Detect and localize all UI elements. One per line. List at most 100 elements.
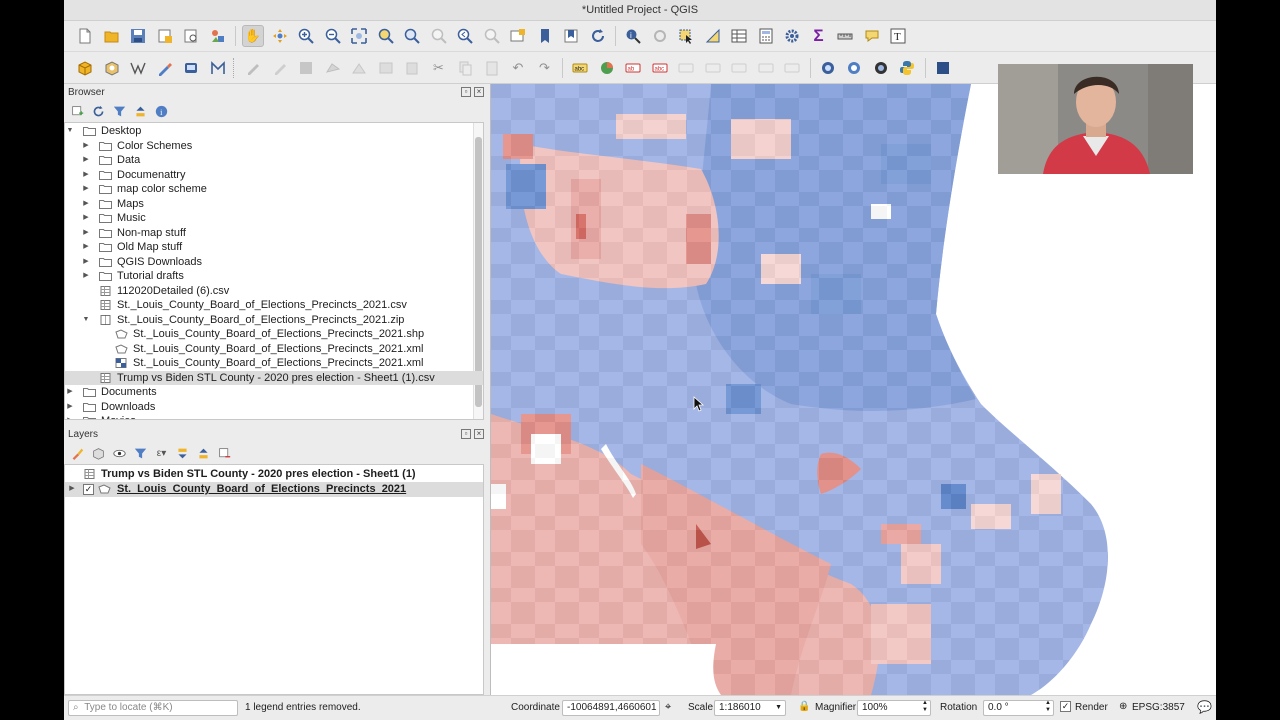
toggle-editing-icon[interactable] — [242, 57, 264, 79]
crs-label[interactable]: EPSG:3857 — [1132, 700, 1185, 716]
float-panel-icon[interactable]: ▫ — [461, 87, 471, 97]
browser-tree[interactable]: ▼ Desktop ▶ Color Schemes ▶ Data ▶ Documenattry… — [64, 122, 484, 420]
open-attribute-table-icon[interactable] — [728, 25, 750, 47]
chevron-down-icon[interactable]: ▼ — [81, 313, 91, 328]
data-source-manager-icon[interactable] — [74, 57, 96, 79]
browser-item[interactable]: ▶ Old Map stuff — [65, 240, 483, 255]
zoom-in-icon[interactable] — [295, 25, 317, 47]
rotate-label-icon[interactable] — [702, 57, 724, 79]
gps-toolbar-icon[interactable] — [180, 57, 202, 79]
add-selected-layers-icon[interactable] — [70, 104, 85, 119]
new-geopackage-icon[interactable] — [101, 57, 123, 79]
style-layer-icon[interactable] — [70, 446, 85, 461]
delete-selected-icon[interactable] — [375, 57, 397, 79]
save-project-icon[interactable] — [127, 25, 149, 47]
zoom-to-layer-icon[interactable] — [401, 25, 423, 47]
delete-feature-icon[interactable] — [401, 57, 423, 79]
browser-item[interactable]: ▶ QGIS Downloads — [65, 255, 483, 270]
coordinate-field[interactable]: -10064891,4660601 — [562, 700, 660, 716]
cut-features-icon[interactable]: ✂ — [428, 57, 450, 79]
move-feature-icon[interactable] — [348, 57, 370, 79]
browser-item[interactable]: ▼ Desktop — [65, 124, 483, 139]
magnifier-spinbox[interactable]: 100% ▲ ▼ — [857, 700, 931, 716]
open-project-icon[interactable] — [101, 25, 123, 47]
vertex-tool-icon[interactable] — [207, 57, 229, 79]
measure-line-icon[interactable] — [834, 25, 856, 47]
statistical-summary-icon[interactable]: Σ — [808, 25, 830, 47]
browser-item[interactable]: ▶ Downloads — [65, 400, 483, 415]
chevron-right-icon[interactable]: ▶ — [65, 385, 75, 400]
metasearch-icon[interactable] — [817, 57, 839, 79]
messages-icon[interactable]: 💬 — [1197, 700, 1212, 714]
expand-all-icon[interactable] — [175, 446, 190, 461]
chevron-down-icon[interactable]: ▼ — [65, 124, 75, 139]
text-annotation-icon[interactable]: T — [887, 25, 909, 47]
layers-tree[interactable]: Trump vs Biden STL County - 2020 pres el… — [64, 464, 484, 695]
zoom-last-icon[interactable] — [454, 25, 476, 47]
filter-browser-icon[interactable] — [112, 104, 127, 119]
add-feature-icon[interactable] — [322, 57, 344, 79]
digitize-icon[interactable] — [154, 57, 176, 79]
browser-item[interactable]: ▶ Maps — [65, 197, 483, 212]
select-by-value-icon[interactable] — [702, 25, 724, 47]
field-calculator-icon[interactable] — [755, 25, 777, 47]
render-checkbox[interactable]: ✓ — [1060, 701, 1071, 712]
save-edits-icon[interactable] — [295, 57, 317, 79]
layer-item[interactable]: ▶ ✓ St._Louis_County_Board_of_Elections_Pr… — [65, 482, 483, 497]
processing-toolbox-icon[interactable] — [781, 25, 803, 47]
select-features-icon[interactable] — [675, 25, 697, 47]
pencil-icon[interactable] — [269, 57, 291, 79]
new-map-view-icon[interactable] — [507, 25, 529, 47]
refresh-browser-icon[interactable] — [91, 104, 106, 119]
scale-combobox[interactable]: 1:186010 ▼ — [714, 700, 786, 716]
redo-icon[interactable]: ↷ — [534, 57, 556, 79]
show-hide-labels-icon[interactable] — [755, 57, 777, 79]
label-toolbar-icon[interactable]: abc — [569, 57, 591, 79]
browser-item[interactable]: ▶ map color scheme — [65, 182, 483, 197]
layout-manager-icon[interactable] — [180, 25, 202, 47]
new-project-icon[interactable] — [74, 25, 96, 47]
pan-map-icon[interactable]: ✋ — [242, 25, 264, 47]
chevron-right-icon[interactable]: ▶ — [81, 182, 91, 197]
rotation-spinbox[interactable]: 0.0 ° ▲ ▼ — [983, 700, 1054, 716]
browser-item[interactable]: St._Louis_County_Board_of_Elections_Prec… — [65, 342, 483, 357]
layer-visibility-checkbox[interactable]: ✓ — [83, 484, 94, 495]
layer-item[interactable]: Trump vs Biden STL County - 2020 pres el… — [65, 467, 483, 482]
chevron-right-icon[interactable]: ▶ — [81, 226, 91, 241]
filter-legend-icon[interactable] — [133, 446, 148, 461]
browser-item[interactable]: ▶ Non-map stuff — [65, 226, 483, 241]
new-print-layout-icon[interactable] — [154, 25, 176, 47]
close-panel-icon[interactable]: × — [474, 87, 484, 97]
chevron-right-icon[interactable]: ▶ — [81, 269, 91, 284]
chevron-right-icon[interactable]: ▶ — [81, 139, 91, 154]
collapse-all-layers-icon[interactable] — [196, 446, 211, 461]
zoom-out-icon[interactable] — [322, 25, 344, 47]
chevron-right-icon[interactable]: ▶ — [81, 240, 91, 255]
add-group-icon[interactable] — [91, 446, 106, 461]
browser-item[interactable]: St._Louis_County_Board_of_Elections_Prec… — [65, 327, 483, 342]
manage-themes-icon[interactable] — [112, 446, 127, 461]
zoom-native-icon[interactable] — [428, 25, 450, 47]
enable-properties-icon[interactable]: i — [154, 104, 169, 119]
toggle-extents-icon[interactable]: ⌖ — [665, 701, 671, 714]
browser-item[interactable]: ▶ Music — [65, 211, 483, 226]
pin-labels-icon[interactable]: ab — [622, 57, 644, 79]
actions-icon[interactable] — [649, 25, 671, 47]
collapse-all-icon[interactable] — [133, 104, 148, 119]
chevron-right-icon[interactable]: ▶ — [67, 482, 77, 497]
map-canvas[interactable] — [490, 84, 1216, 695]
style-manager-icon[interactable] — [207, 25, 229, 47]
move-label-icon[interactable] — [675, 57, 697, 79]
chevron-right-icon[interactable]: ▶ — [81, 168, 91, 183]
label-properties-icon[interactable] — [781, 57, 803, 79]
browser-item[interactable]: Trump vs Biden STL County - 2020 pres el… — [65, 370, 483, 385]
paste-features-icon[interactable] — [481, 57, 503, 79]
chevron-right-icon[interactable]: ▶ — [81, 255, 91, 270]
browser-item[interactable]: St._Louis_County_Board_of_Elections_Prec… — [65, 356, 483, 371]
chevron-right-icon[interactable]: ▶ — [65, 400, 75, 415]
browser-item[interactable]: St._Louis_County_Board_of_Elections_Prec… — [65, 298, 483, 313]
close-panel-icon[interactable]: × — [474, 429, 484, 439]
browser-item[interactable]: 112020Detailed (6).csv — [65, 284, 483, 299]
undo-icon[interactable]: ↶ — [507, 57, 529, 79]
change-label-icon[interactable] — [728, 57, 750, 79]
